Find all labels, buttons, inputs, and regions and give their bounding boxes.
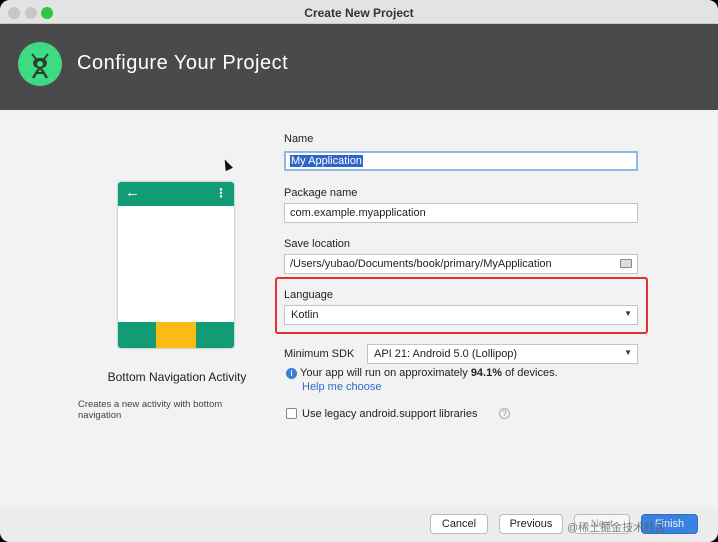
wizard-footer: Cancel Previous Next Finish @稀土掘金技术社区 xyxy=(0,508,718,542)
wizard-content: ← ⋮ Bottom Navigation Activity Creates a… xyxy=(0,110,718,508)
save-location-field[interactable]: /Users/yubao/Documents/book/primary/MyAp… xyxy=(284,254,638,274)
save-location-value: /Users/yubao/Documents/book/primary/MyAp… xyxy=(290,258,552,270)
chevron-down-icon: ▼ xyxy=(624,348,632,357)
min-sdk-value: API 21: Android 5.0 (Lollipop) xyxy=(374,348,518,360)
create-project-window: Create New Project Configure Your Projec… xyxy=(0,0,718,542)
wizard-header: Configure Your Project xyxy=(0,24,718,110)
android-studio-icon xyxy=(18,42,62,86)
preview-bottom-nav xyxy=(118,322,234,348)
legacy-libraries-checkbox[interactable] xyxy=(286,408,297,419)
package-name-label: Package name xyxy=(284,187,358,199)
mouse-cursor-icon xyxy=(221,157,233,172)
info-icon: i xyxy=(286,368,297,379)
arrow-back-icon: ← xyxy=(125,184,140,201)
coverage-percent: 94.1% xyxy=(470,367,503,379)
page-title: Configure Your Project xyxy=(77,52,289,74)
watermark-text: @稀土掘金技术社区 xyxy=(567,522,667,534)
name-value: My Application xyxy=(290,155,363,167)
package-name-field[interactable]: com.example.myapplication xyxy=(284,203,638,223)
device-coverage-text: Your app will run on approximately 94.1%… xyxy=(300,367,558,379)
more-vert-icon: ⋮ xyxy=(215,186,227,200)
help-me-choose-link[interactable]: Help me choose xyxy=(302,381,382,393)
chevron-down-icon: ▼ xyxy=(624,309,632,318)
language-value: Kotlin xyxy=(291,309,319,321)
folder-icon[interactable] xyxy=(620,259,632,268)
template-preview: ← ⋮ xyxy=(118,182,234,348)
name-label: Name xyxy=(284,133,314,145)
title-bar: Create New Project xyxy=(0,0,718,24)
cancel-button[interactable]: Cancel xyxy=(430,514,488,534)
template-name: Bottom Navigation Activity xyxy=(107,370,247,384)
help-icon[interactable]: ? xyxy=(499,408,510,419)
save-location-label: Save location xyxy=(284,238,351,250)
language-label: Language xyxy=(284,289,333,301)
min-sdk-dropdown[interactable]: API 21: Android 5.0 (Lollipop) ▼ xyxy=(367,344,638,364)
template-description: Creates a new activity with bottom navig… xyxy=(78,399,223,421)
preview-nav-selected xyxy=(156,322,196,348)
previous-button[interactable]: Previous xyxy=(499,514,563,534)
name-field[interactable]: My Application xyxy=(284,151,638,171)
min-sdk-label: Minimum SDK xyxy=(284,348,355,360)
legacy-libraries-label: Use legacy android.support libraries xyxy=(302,408,478,420)
window-title: Create New Project xyxy=(304,6,414,20)
preview-app-bar: ← ⋮ xyxy=(118,182,234,206)
language-dropdown[interactable]: Kotlin ▼ xyxy=(284,305,638,325)
